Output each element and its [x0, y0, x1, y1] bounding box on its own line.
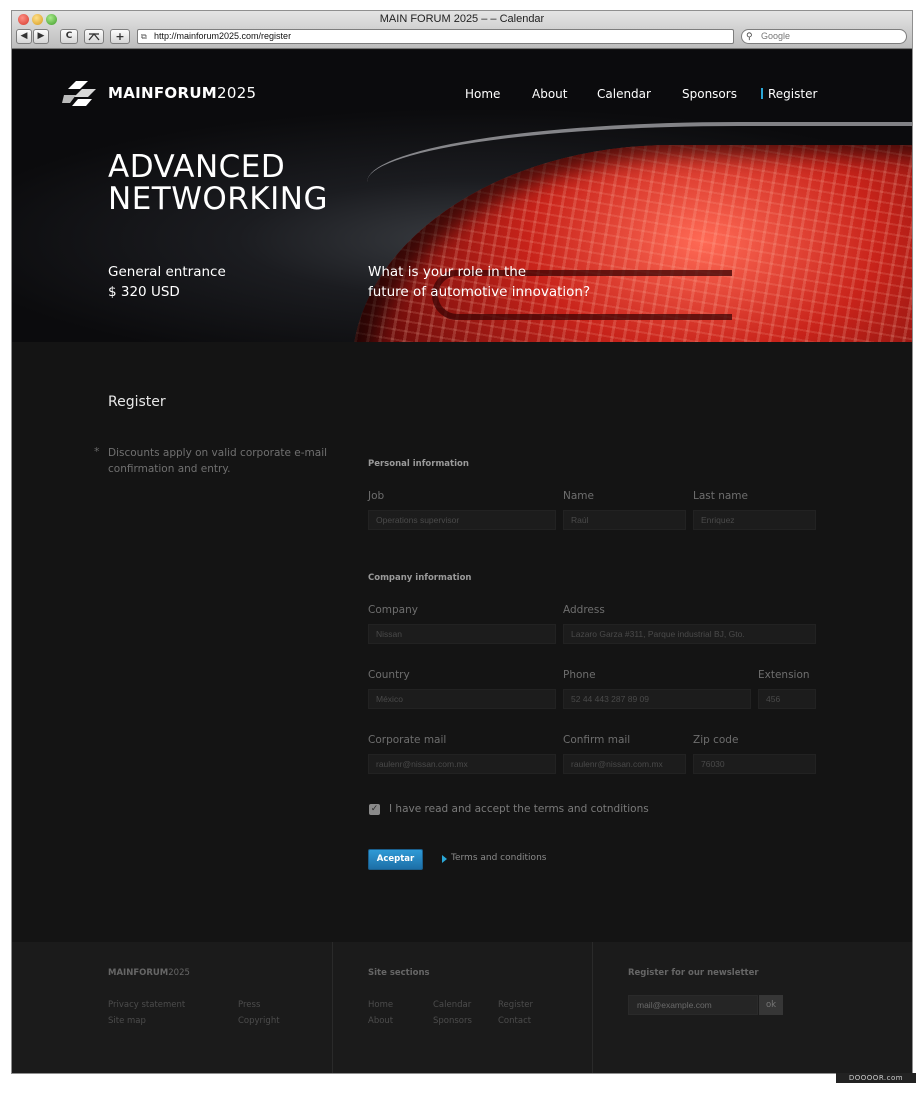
reload-button[interactable]: C: [60, 29, 78, 44]
site-sections-heading: Site sections: [368, 968, 430, 978]
search-field[interactable]: ⚲ Google: [741, 29, 907, 44]
confirm-mail-field[interactable]: raulenr@nissan.com.mx: [563, 754, 686, 774]
url-bar[interactable]: ⧉ http://mainforum2025.com/register: [137, 29, 734, 44]
personal-info-heading: Personal information: [368, 459, 469, 469]
brand-logo[interactable]: MAINFORUM2025: [108, 84, 256, 102]
copyright-link[interactable]: Copyright: [238, 1016, 280, 1026]
footer-brand-light: 2025: [168, 968, 190, 978]
nav-home[interactable]: Home: [465, 87, 500, 101]
sitemap-link[interactable]: Site map: [108, 1016, 146, 1026]
press-link[interactable]: Press: [238, 1000, 260, 1010]
hero-tagline: What is your role in the future of autom…: [368, 262, 628, 302]
window-title: MAIN FORUM 2025 – – Calendar: [379, 13, 545, 25]
footer-sponsors-link[interactable]: Sponsors: [433, 1016, 472, 1026]
footer-divider: [592, 942, 593, 1073]
hero-banner: MAINFORUM2025 Home About Calendar Sponso…: [12, 50, 912, 342]
hero-headline: ADVANCED NETWORKING: [108, 151, 328, 215]
privacy-link[interactable]: Privacy statement: [108, 1000, 185, 1010]
terms-checkbox[interactable]: ✓: [369, 804, 380, 815]
footer: MAINFORUM2025 Privacy statement Press Si…: [12, 942, 912, 1073]
price-label: General entrance: [108, 264, 226, 280]
search-icon: ⚲: [746, 31, 753, 41]
footer-brand: MAINFORUM2025: [108, 968, 190, 978]
zip-field[interactable]: 76030: [693, 754, 816, 774]
zip-label: Zip code: [693, 734, 739, 746]
corporate-mail-label: Corporate mail: [368, 734, 447, 746]
lastname-field[interactable]: Enriquez: [693, 510, 816, 530]
newsletter-submit-button[interactable]: ok: [759, 995, 783, 1015]
extension-label: Extension: [758, 669, 810, 681]
discount-note: Discounts apply on valid corporate e-mai…: [108, 447, 328, 475]
tagline-line-2: future of automotive innovation?: [368, 284, 591, 300]
address-field[interactable]: Lazaro Garza #311, Parque industrial BJ,…: [563, 624, 816, 644]
nav-active-marker: [761, 88, 763, 99]
tagline-line-1: What is your role in the: [368, 264, 527, 280]
watermark: DOOOOR.com: [836, 1073, 916, 1083]
footer-brand-bold: MAINFORUM: [108, 968, 169, 978]
company-field[interactable]: Nissan: [368, 624, 556, 644]
price-block: General entrance $ 320 USD: [108, 262, 226, 302]
confirm-mail-label: Confirm mail: [563, 734, 631, 746]
logo-bold: MAINFORUM: [108, 84, 218, 102]
footer-calendar-link[interactable]: Calendar: [433, 1000, 471, 1010]
browser-toolbar: MAIN FORUM 2025 – – Calendar ◀ ▶ C + ⧉ h…: [12, 11, 912, 49]
company-info-heading: Company information: [368, 573, 472, 583]
footer-contact-link[interactable]: Contact: [498, 1016, 531, 1026]
forward-button[interactable]: ▶: [33, 29, 49, 44]
register-section: Register * Discounts apply on valid corp…: [12, 342, 912, 942]
job-field[interactable]: Operations supervisor: [368, 510, 556, 530]
terms-link[interactable]: Terms and conditions: [451, 853, 546, 863]
nav-register[interactable]: Register: [768, 87, 817, 101]
tail-light-rim: [367, 122, 912, 182]
newsletter-email-input[interactable]: mail@example.com: [628, 995, 758, 1015]
add-tab-button[interactable]: +: [110, 29, 130, 44]
logo-icon[interactable]: [62, 79, 102, 107]
phone-label: Phone: [563, 669, 596, 681]
note-asterisk: *: [94, 445, 100, 458]
nav-calendar[interactable]: Calendar: [597, 87, 651, 101]
terms-checkbox-label: I have read and accept the terms and cot…: [389, 803, 649, 815]
bookmark-button[interactable]: [84, 29, 104, 44]
footer-about-link[interactable]: About: [368, 1016, 393, 1026]
nav-sponsors[interactable]: Sponsors: [682, 87, 737, 101]
hero-line-1: ADVANCED: [108, 149, 286, 185]
footer-divider: [332, 942, 333, 1073]
nav-about[interactable]: About: [532, 87, 567, 101]
phone-field[interactable]: 52 44 443 287 89 09: [563, 689, 751, 709]
search-placeholder: Google: [761, 31, 791, 41]
bookmark-icon: [88, 32, 100, 41]
country-label: Country: [368, 669, 410, 681]
footer-home-link[interactable]: Home: [368, 1000, 393, 1010]
browser-window: MAIN FORUM 2025 – – Calendar ◀ ▶ C + ⧉ h…: [11, 10, 913, 1074]
extension-field[interactable]: 456: [758, 689, 816, 709]
company-label: Company: [368, 604, 418, 616]
arrow-right-icon: [442, 855, 447, 863]
back-button[interactable]: ◀: [16, 29, 32, 44]
url-text: http://mainforum2025.com/register: [154, 31, 292, 41]
page-title: Register: [108, 394, 166, 410]
price-value: $ 320 USD: [108, 284, 180, 300]
newsletter-heading: Register for our newsletter: [628, 968, 759, 978]
logo-light: 2025: [217, 84, 257, 102]
name-label: Name: [563, 490, 594, 502]
corporate-mail-field[interactable]: raulenr@nissan.com.mx: [368, 754, 556, 774]
address-label: Address: [563, 604, 605, 616]
submit-button[interactable]: Aceptar: [368, 849, 423, 870]
name-field[interactable]: Raúl: [563, 510, 686, 530]
hero-line-2: NETWORKING: [108, 181, 328, 217]
country-field[interactable]: México: [368, 689, 556, 709]
footer-register-link[interactable]: Register: [498, 1000, 533, 1010]
lastname-label: Last name: [693, 490, 748, 502]
site-favicon-icon: ⧉: [141, 32, 147, 41]
job-label: Job: [368, 490, 385, 502]
